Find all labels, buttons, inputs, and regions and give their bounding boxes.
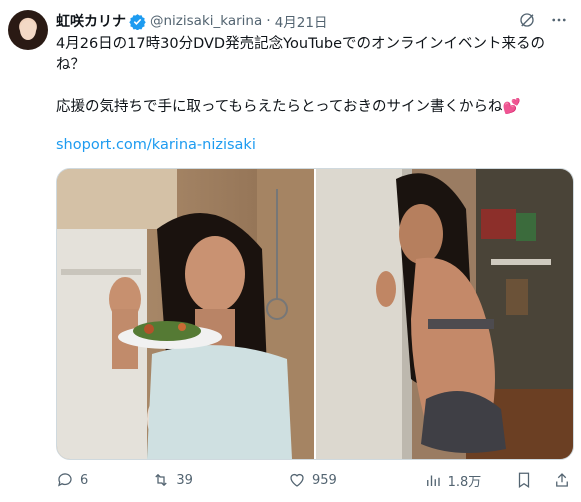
reply-icon	[58, 473, 72, 487]
tweet-header: 虹咲カリナ @nizisaki_karina · 4月21日	[56, 10, 573, 32]
photo-1[interactable]	[57, 169, 314, 459]
tweet-text-line3: 応援の気持ちで手に取ってもらえたらとっておきのサイン書くからね	[56, 99, 503, 115]
like-count: 959	[311, 472, 337, 488]
tweet[interactable]: 虹咲カリナ @nizisaki_karina · 4月21日 4月26日の17時…	[0, 0, 581, 502]
like-icon	[290, 473, 304, 487]
avatar[interactable]	[8, 10, 48, 50]
tweet-text-line: ね？	[56, 57, 85, 73]
reply-count: 6	[80, 472, 89, 488]
repost-button[interactable]: 39	[152, 471, 288, 489]
tweet-text: 4月26日の17時30分DVD発売記念YouTubeでのオンラインイベント来るの…	[56, 34, 568, 118]
like-button[interactable]: 959	[288, 471, 424, 489]
views-icon	[426, 475, 440, 486]
action-bar: 6 39 959 1.8万	[56, 470, 572, 490]
photo-2[interactable]	[316, 169, 573, 459]
tweet-text-line: 応援の気持ちで手に取ってもらえたらとっておきのサイン書くからね💕	[56, 97, 568, 118]
heart-emoji: 💕	[502, 99, 521, 115]
tweet-text-line: 4月26日の17時30分DVD発売記念YouTubeでのオンラインイベント来るの	[56, 36, 546, 52]
reply-button[interactable]: 6	[56, 471, 152, 489]
views-button[interactable]: 1.8万	[424, 471, 514, 490]
bookmark-icon[interactable]	[514, 470, 534, 490]
views-count: 1.8万	[447, 474, 482, 490]
share-icon[interactable]	[552, 470, 572, 490]
media-grid[interactable]	[56, 168, 574, 460]
repost-icon	[155, 473, 168, 487]
handle[interactable]: @nizisaki_karina	[150, 13, 262, 29]
grok-icon[interactable]	[517, 10, 537, 30]
repost-count: 39	[176, 472, 193, 488]
verified-badge-icon	[129, 13, 146, 30]
separator-dot: ·	[266, 13, 271, 29]
tweet-link[interactable]: shoport.com/karina-nizisaki	[56, 137, 256, 153]
display-name[interactable]: 虹咲カリナ	[56, 11, 126, 31]
timestamp[interactable]: 4月21日	[275, 11, 328, 31]
more-icon[interactable]	[549, 10, 569, 30]
